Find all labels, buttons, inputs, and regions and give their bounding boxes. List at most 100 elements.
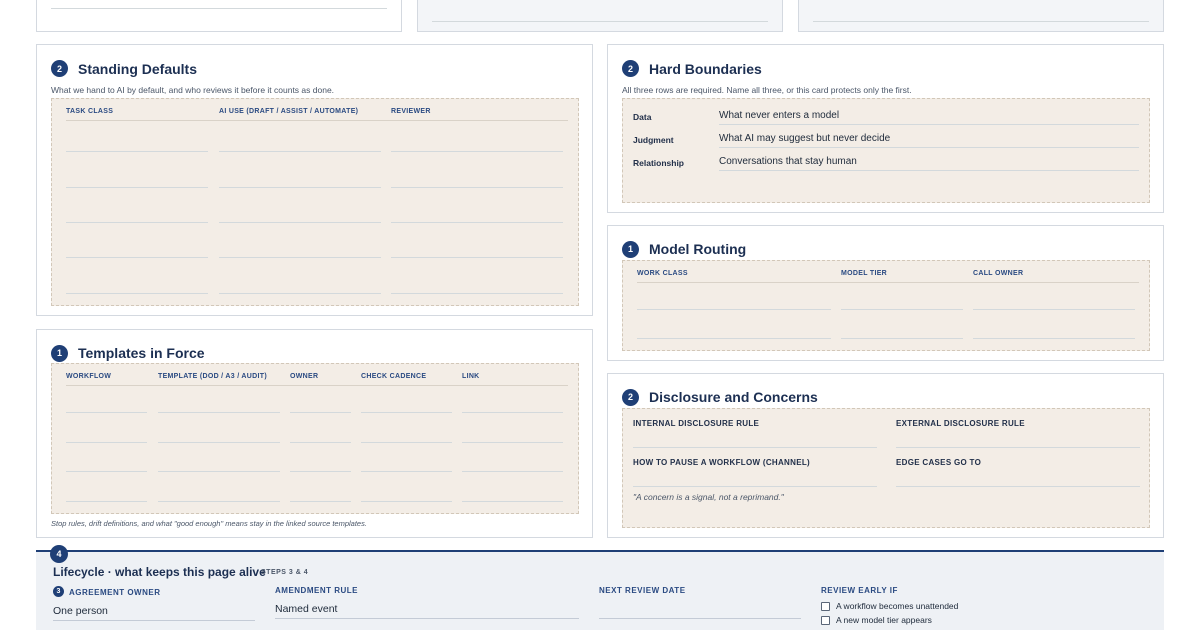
review-early-checkbox-1[interactable]: A workflow becomes unattended xyxy=(821,601,958,611)
column-header: LINK xyxy=(462,373,480,380)
lifecycle-title: Lifecycle · what keeps this page alive xyxy=(53,565,266,579)
checkbox-icon[interactable] xyxy=(821,615,830,625)
input-line[interactable] xyxy=(973,309,1135,310)
input-line[interactable] xyxy=(66,151,208,152)
input-line[interactable] xyxy=(391,151,563,152)
input-line[interactable] xyxy=(391,187,563,188)
input-line[interactable] xyxy=(66,471,147,472)
column-header: CALL OWNER xyxy=(973,270,1024,277)
agreement-owner-label: AGREEMENT OWNER xyxy=(69,588,161,597)
input-line[interactable] xyxy=(637,338,831,339)
routing-table: WORK CLASS MODEL TIER CALL OWNER xyxy=(622,260,1150,351)
input-line[interactable] xyxy=(66,501,147,502)
hard-boundaries-card: 2 Hard Boundaries All three rows are req… xyxy=(607,44,1164,213)
top-card-left xyxy=(36,0,402,32)
next-review-date-label: NEXT REVIEW DATE xyxy=(599,586,686,595)
boundary-value-relationship[interactable]: Conversations that stay human xyxy=(719,156,857,167)
boundaries-table: Data What never enters a model Judgment … xyxy=(622,98,1150,203)
defaults-table: TASK CLASS AI USE (DRAFT / ASSIST / AUTO… xyxy=(51,98,579,306)
column-header: MODEL TIER xyxy=(841,270,888,277)
input-line[interactable] xyxy=(637,309,831,310)
card-subtitle: All three rows are required. Name all th… xyxy=(622,85,912,95)
input-line[interactable] xyxy=(361,412,452,413)
input-line[interactable] xyxy=(462,471,563,472)
boundary-value-judgment[interactable]: What AI may suggest but never decide xyxy=(719,133,890,144)
input-line[interactable] xyxy=(361,442,452,443)
card-title: Hard Boundaries xyxy=(649,60,762,77)
column-header: AI USE (DRAFT / ASSIST / AUTOMATE) xyxy=(219,108,359,115)
pause-workflow-field[interactable] xyxy=(633,486,877,487)
input-line[interactable] xyxy=(66,222,208,223)
templates-table: WORKFLOW TEMPLATE (DOD / A3 / AUDIT) OWN… xyxy=(51,363,579,514)
input-line[interactable] xyxy=(841,338,963,339)
column-header: WORK CLASS xyxy=(637,270,688,277)
input-line[interactable] xyxy=(391,257,563,258)
edge-cases-label: EDGE CASES GO TO xyxy=(896,458,982,467)
input-line[interactable] xyxy=(391,293,563,294)
edge-cases-field[interactable] xyxy=(896,486,1140,487)
input-line[interactable] xyxy=(290,471,351,472)
input-line[interactable] xyxy=(462,442,563,443)
column-header: TEMPLATE (DOD / A3 / AUDIT) xyxy=(158,373,267,380)
input-line[interactable] xyxy=(66,187,208,188)
input-line[interactable] xyxy=(219,293,381,294)
external-disclosure-field[interactable] xyxy=(896,447,1140,448)
disclosure-card: 2 Disclosure and Concerns INTERNAL DISCL… xyxy=(607,373,1164,538)
input-line[interactable] xyxy=(290,442,351,443)
input-line[interactable] xyxy=(66,442,147,443)
step-badge: 1 xyxy=(51,344,68,362)
input-line[interactable] xyxy=(361,501,452,502)
external-disclosure-label: EXTERNAL DISCLOSURE RULE xyxy=(896,419,1025,428)
input-line[interactable] xyxy=(290,412,351,413)
top-card-right xyxy=(798,0,1164,32)
lifecycle-steps: STEPS 3 & 4 xyxy=(261,569,309,576)
amendment-underline xyxy=(275,618,579,619)
input-line[interactable] xyxy=(841,309,963,310)
boundary-label-relationship: Relationship xyxy=(633,158,685,168)
amendment-rule-value[interactable]: Named event xyxy=(275,603,337,615)
input-line[interactable] xyxy=(158,501,280,502)
column-header: CHECK CADENCE xyxy=(361,373,427,380)
input-line[interactable] xyxy=(219,257,381,258)
card-title: Model Routing xyxy=(649,241,747,257)
input-line[interactable] xyxy=(66,257,208,258)
input-line[interactable] xyxy=(391,222,563,223)
boundary-label-judgment: Judgment xyxy=(633,135,674,145)
pause-workflow-label: HOW TO PAUSE A WORKFLOW (CHANNEL) xyxy=(633,458,810,467)
checkbox-icon[interactable] xyxy=(821,601,830,611)
next-review-date-field[interactable] xyxy=(599,618,801,619)
card-title: Templates in Force xyxy=(78,345,205,361)
concern-quote: "A concern is a signal, not a reprimand.… xyxy=(633,492,784,502)
step-badge: 2 xyxy=(622,60,639,77)
step-badge: 1 xyxy=(622,240,639,258)
input-line[interactable] xyxy=(462,501,563,502)
internal-disclosure-field[interactable] xyxy=(633,447,877,448)
amendment-rule-label: AMENDMENT RULE xyxy=(275,586,358,595)
input-line[interactable] xyxy=(66,412,147,413)
input-line[interactable] xyxy=(973,338,1135,339)
card-title: Standing Defaults xyxy=(78,60,198,77)
templates-footnote: Stop rules, drift definitions, and what … xyxy=(51,519,367,528)
checkbox-label: A new model tier appears xyxy=(836,615,932,625)
boundary-value-data[interactable]: What never enters a model xyxy=(719,110,839,121)
input-line[interactable] xyxy=(290,501,351,502)
checkbox-label: A workflow becomes unattended xyxy=(836,601,959,611)
input-line[interactable] xyxy=(158,471,280,472)
internal-disclosure-label: INTERNAL DISCLOSURE RULE xyxy=(633,419,760,428)
input-line[interactable] xyxy=(462,412,563,413)
disclosure-table: INTERNAL DISCLOSURE RULE EXTERNAL DISCLO… xyxy=(622,408,1150,528)
step-badge: 2 xyxy=(51,60,68,77)
owner-step-badge: 3 xyxy=(53,586,64,597)
input-line[interactable] xyxy=(158,412,280,413)
card-subtitle: What we hand to AI by default, and who r… xyxy=(51,85,335,95)
input-line[interactable] xyxy=(219,222,381,223)
input-line[interactable] xyxy=(361,471,452,472)
input-line[interactable] xyxy=(219,151,381,152)
input-line[interactable] xyxy=(158,442,280,443)
agreement-owner-value[interactable]: One person xyxy=(53,605,108,617)
input-line[interactable] xyxy=(66,293,208,294)
review-early-checkbox-2[interactable]: A new model tier appears xyxy=(821,615,932,625)
column-header: WORKFLOW xyxy=(66,373,112,380)
step-badge: 2 xyxy=(622,388,639,406)
input-line[interactable] xyxy=(219,187,381,188)
